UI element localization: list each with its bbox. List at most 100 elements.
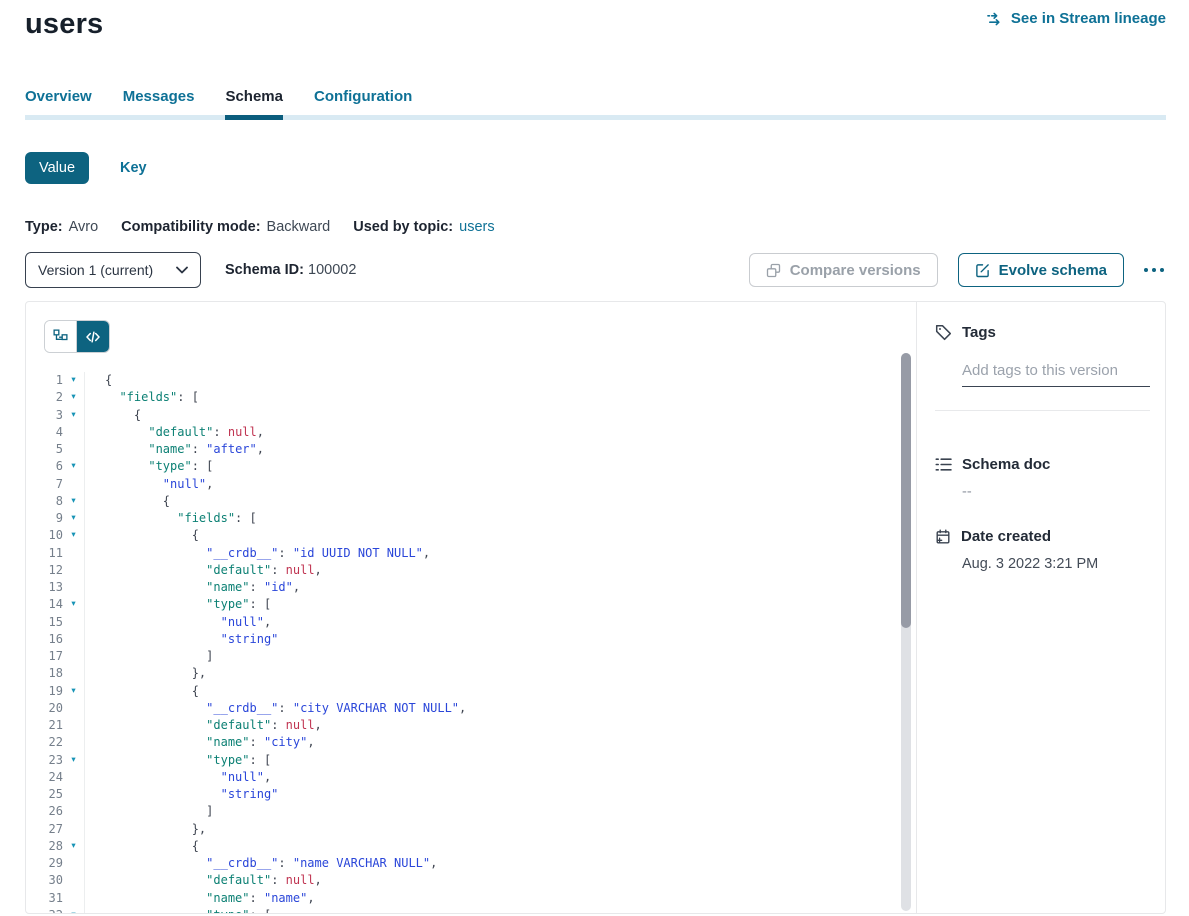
line-number: 25: [26, 786, 63, 803]
line-number: 29: [26, 855, 63, 872]
fold-toggle-icon[interactable]: ▾: [63, 527, 84, 544]
fold-toggle-icon[interactable]: ▾: [63, 596, 84, 613]
code-text: "type": [: [84, 596, 916, 613]
line-number: 2: [26, 389, 63, 406]
code-line: 4 "default": null,: [26, 424, 916, 441]
stream-lineage-icon: [987, 11, 1004, 27]
list-icon: [935, 457, 952, 472]
fold-toggle-icon[interactable]: ▾: [63, 407, 84, 424]
used-by-topic-label: Used by topic:: [353, 219, 453, 235]
value-toggle-button[interactable]: Value: [25, 152, 89, 184]
add-tags-input[interactable]: [962, 362, 1150, 387]
line-number: 12: [26, 562, 63, 579]
code-line: 7 "null",: [26, 476, 916, 493]
fold-gutter: [63, 441, 84, 458]
compare-versions-icon: [766, 263, 781, 278]
fold-toggle-icon[interactable]: ▾: [63, 752, 84, 769]
fold-toggle-icon[interactable]: ▾: [63, 510, 84, 527]
schema-page: users See in Stream lineage Overview Mes…: [25, 0, 1166, 914]
line-number: 14: [26, 596, 63, 613]
line-number: 20: [26, 700, 63, 717]
code-text: "null",: [84, 476, 916, 493]
tab-configuration[interactable]: Configuration: [314, 88, 412, 115]
fold-toggle-icon[interactable]: ▾: [63, 683, 84, 700]
code-line: 6▾ "type": [: [26, 458, 916, 475]
code-line: 22 "name": "city",: [26, 734, 916, 751]
code-line: 26 ]: [26, 803, 916, 820]
version-controls-row: Version 1 (current) Schema ID: 100002 Co…: [25, 252, 1166, 288]
topic-link[interactable]: users: [459, 219, 494, 235]
code-text: "name": "id",: [84, 579, 916, 596]
fold-toggle-icon[interactable]: ▾: [63, 458, 84, 475]
compare-versions-button[interactable]: Compare versions: [749, 253, 938, 287]
tag-icon: [935, 324, 952, 341]
line-number: 23: [26, 752, 63, 769]
line-number: 4: [26, 424, 63, 441]
code-line: 13 "name": "id",: [26, 579, 916, 596]
tags-label: Tags: [962, 324, 996, 341]
code-view-button[interactable]: [77, 321, 109, 352]
code-line: 20 "__crdb__": "city VARCHAR NOT NULL",: [26, 700, 916, 717]
schema-doc-value: --: [962, 484, 1150, 500]
schema-panel: 1▾{2▾ "fields": [3▾ {4 "default": null,5…: [25, 301, 1166, 914]
tab-messages[interactable]: Messages: [123, 88, 195, 115]
evolve-schema-icon: [975, 263, 990, 278]
code-text: "default": null,: [84, 717, 916, 734]
line-number: 30: [26, 872, 63, 889]
more-options-button[interactable]: [1142, 262, 1166, 278]
code-line: 30 "default": null,: [26, 872, 916, 889]
code-text: {: [84, 838, 916, 855]
code-text: "string": [84, 631, 916, 648]
line-number: 5: [26, 441, 63, 458]
code-text: "type": [: [84, 752, 916, 769]
tree-view-button[interactable]: [45, 321, 77, 352]
code-line: 23▾ "type": [: [26, 752, 916, 769]
code-text: "default": null,: [84, 872, 916, 889]
code-text: "fields": [: [84, 389, 916, 406]
line-number: 17: [26, 648, 63, 665]
line-number: 13: [26, 579, 63, 596]
stream-lineage-link[interactable]: See in Stream lineage: [987, 10, 1166, 27]
key-toggle-button[interactable]: Key: [114, 159, 153, 177]
code-line: 17 ]: [26, 648, 916, 665]
fold-gutter: [63, 476, 84, 493]
editor-scrollbar-track[interactable]: [901, 353, 911, 911]
code-line: 31 "name": "name",: [26, 890, 916, 907]
line-number: 6: [26, 458, 63, 475]
code-text: },: [84, 821, 916, 838]
code-text: "null",: [84, 614, 916, 631]
tags-section-header: Tags: [935, 324, 1150, 341]
code-line: 29 "__crdb__": "name VARCHAR NULL",: [26, 855, 916, 872]
fold-toggle-icon[interactable]: ▾: [63, 493, 84, 510]
editor-view-toggle: [44, 320, 110, 353]
date-created-value: Aug. 3 2022 3:21 PM: [962, 556, 1150, 572]
code-line: 32▾ "type": [: [26, 907, 916, 914]
editor-scrollbar-thumb[interactable]: [901, 353, 911, 628]
tab-overview[interactable]: Overview: [25, 88, 92, 115]
code-text: "__crdb__": "name VARCHAR NULL",: [84, 855, 916, 872]
fold-gutter: [63, 579, 84, 596]
fold-gutter: [63, 631, 84, 648]
evolve-schema-button[interactable]: Evolve schema: [958, 253, 1124, 287]
fold-gutter: [63, 821, 84, 838]
line-number: 1: [26, 372, 63, 389]
fold-toggle-icon[interactable]: ▾: [63, 389, 84, 406]
line-number: 10: [26, 527, 63, 544]
calendar-plus-icon: [935, 529, 951, 545]
version-select[interactable]: Version 1 (current): [25, 252, 201, 288]
tab-schema[interactable]: Schema: [225, 88, 283, 115]
code-text: ]: [84, 648, 916, 665]
line-number: 3: [26, 407, 63, 424]
fold-gutter: [63, 665, 84, 682]
fold-gutter: [63, 424, 84, 441]
line-number: 32: [26, 907, 63, 914]
fold-toggle-icon[interactable]: ▾: [63, 372, 84, 389]
fold-gutter: [63, 803, 84, 820]
fold-toggle-icon[interactable]: ▾: [63, 838, 84, 855]
code-line: 16 "string": [26, 631, 916, 648]
code-text: "default": null,: [84, 424, 916, 441]
version-select-value: Version 1 (current): [38, 262, 153, 278]
line-number: 22: [26, 734, 63, 751]
fold-toggle-icon[interactable]: ▾: [63, 907, 84, 914]
line-number: 16: [26, 631, 63, 648]
